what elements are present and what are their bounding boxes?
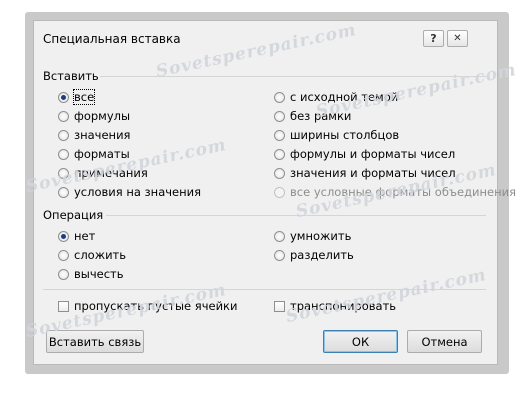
paste-option-formats[interactable]: форматы (58, 146, 130, 162)
radio-icon (274, 167, 285, 179)
option-label: условия на значения (74, 185, 202, 199)
ok-button[interactable]: ОК (323, 330, 398, 353)
operation-option-divide[interactable]: разделить (274, 247, 354, 263)
option-label: сложить (74, 248, 127, 262)
radio-icon (274, 91, 285, 103)
radio-icon (274, 249, 285, 261)
skip-blanks-checkbox[interactable]: пропускать пустые ячейки (58, 298, 237, 314)
operation-option-add[interactable]: сложить (58, 247, 126, 263)
option-label: значения и форматы чисел (290, 166, 456, 180)
paste-section-label: Вставить (43, 69, 99, 83)
cancel-button[interactable]: Отмена (407, 330, 482, 353)
option-label: формулы и форматы чисел (290, 147, 456, 161)
paste-option-formulas[interactable]: формулы (58, 108, 130, 124)
option-label: формулы (74, 109, 131, 123)
paste-special-dialog: Специальная вставка ? ✕ Вставить все фор… (24, 20, 518, 365)
option-label: примечания (74, 166, 148, 180)
option-label: с исходной темой (290, 90, 399, 104)
radio-icon (274, 186, 285, 198)
watermark: Sovetsperepair.com (284, 264, 489, 328)
radio-icon (58, 91, 69, 103)
paste-option-merge-conditional-formats: все условные форматы объединения (274, 184, 516, 200)
checkbox-icon (274, 300, 285, 312)
radio-icon (58, 167, 69, 179)
option-label: ширины столбцов (290, 128, 400, 142)
checkbox-icon (58, 300, 69, 312)
option-label: без рамки (290, 109, 352, 123)
radio-icon (58, 268, 69, 280)
close-button[interactable]: ✕ (447, 30, 468, 47)
radio-icon (58, 230, 69, 242)
radio-icon (274, 129, 285, 141)
operation-option-subtract[interactable]: вычесть (58, 266, 124, 282)
radio-icon (274, 230, 285, 242)
operation-option-none[interactable]: нет (58, 228, 95, 244)
checkbox-label: пропускать пустые ячейки (74, 299, 238, 313)
paste-link-button[interactable]: Вставить связь (46, 330, 144, 353)
operation-section-label: Операция (43, 208, 104, 222)
operation-option-multiply[interactable]: умножить (274, 228, 351, 244)
option-label: нет (74, 229, 96, 243)
option-label: все (72, 89, 96, 105)
option-label: форматы (74, 147, 130, 161)
radio-icon (58, 186, 69, 198)
radio-icon (58, 249, 69, 261)
paste-option-comments[interactable]: примечания (58, 165, 148, 181)
option-label: значения (74, 128, 131, 142)
paste-separator (100, 76, 486, 77)
option-label: умножить (290, 229, 352, 243)
radio-icon (58, 110, 69, 122)
checkbox-label: транспонировать (290, 299, 397, 313)
paste-option-values[interactable]: значения (58, 127, 130, 143)
help-icon: ? (430, 32, 437, 45)
checkbox-separator (43, 289, 486, 290)
paste-option-validation[interactable]: условия на значения (58, 184, 201, 200)
paste-option-values-number-formats[interactable]: значения и форматы чисел (274, 165, 456, 181)
paste-option-formulas-number-formats[interactable]: формулы и форматы чисел (274, 146, 455, 162)
radio-icon (58, 129, 69, 141)
option-label: вычесть (74, 267, 124, 281)
radio-icon (274, 110, 285, 122)
option-label: все условные форматы объединения (290, 185, 517, 199)
paste-option-source-theme[interactable]: с исходной темой (274, 89, 398, 105)
paste-option-column-widths[interactable]: ширины столбцов (274, 127, 399, 143)
radio-icon (274, 148, 285, 160)
help-button[interactable]: ? (423, 30, 444, 47)
paste-option-no-borders[interactable]: без рамки (274, 108, 351, 124)
radio-icon (58, 148, 69, 160)
dialog-title: Специальная вставка (43, 32, 181, 46)
transpose-checkbox[interactable]: транспонировать (274, 298, 396, 314)
option-label: разделить (290, 248, 354, 262)
close-icon: ✕ (453, 33, 462, 44)
paste-option-all[interactable]: все (58, 89, 96, 105)
title-bar: Специальная вставка ? ✕ (34, 21, 497, 51)
operation-separator (106, 215, 486, 216)
